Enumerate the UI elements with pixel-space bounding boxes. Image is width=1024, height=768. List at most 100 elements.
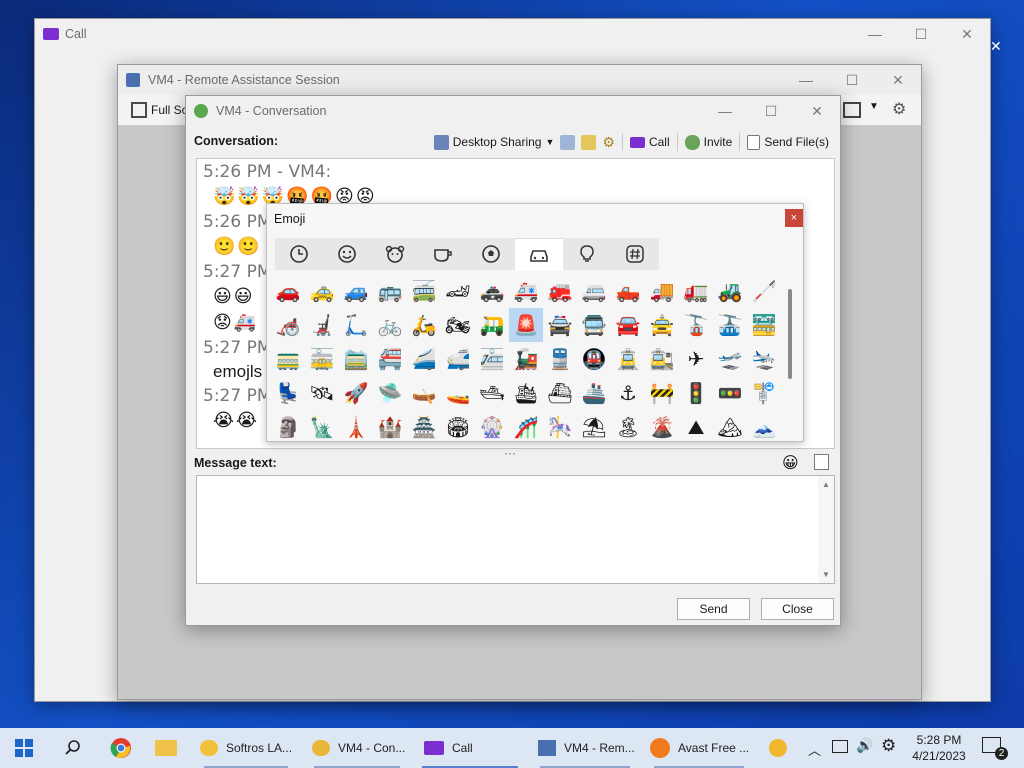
tab-food[interactable] bbox=[419, 238, 467, 270]
emoji-cell[interactable]: 🚔 bbox=[543, 308, 577, 342]
emoji-cell[interactable]: 🚖 bbox=[645, 308, 679, 342]
taskbar-call[interactable]: Call bbox=[418, 728, 522, 768]
emoji-picker-button[interactable]: 😀 bbox=[782, 453, 799, 473]
emoji-cell[interactable]: 🚘 bbox=[611, 308, 645, 342]
emoji-scrollbar[interactable] bbox=[788, 289, 792, 379]
emoji-cell[interactable]: 🚧 bbox=[645, 376, 679, 410]
emoji-cell[interactable]: 🚟 bbox=[747, 308, 781, 342]
emoji-cell[interactable]: 🎠 bbox=[543, 410, 577, 444]
taskbar-chrome[interactable] bbox=[108, 728, 134, 768]
tab-objects[interactable] bbox=[563, 238, 611, 270]
emoji-cell[interactable]: 🛻 bbox=[611, 274, 645, 308]
settings-button[interactable]: ⚙ bbox=[599, 131, 618, 153]
tab-recent[interactable] bbox=[275, 238, 323, 270]
emoji-cell[interactable]: 🚠 bbox=[713, 308, 747, 342]
call-titlebar[interactable]: Call bbox=[35, 19, 990, 49]
emoji-cell[interactable]: 🌋 bbox=[645, 410, 679, 444]
close-button[interactable]: ✕ bbox=[794, 96, 840, 126]
send-button[interactable]: Send bbox=[677, 598, 750, 620]
chevron-down-icon[interactable]: ▼ bbox=[869, 101, 879, 112]
emoji-cell[interactable]: 🚒 bbox=[543, 274, 577, 308]
emoji-cell[interactable]: 🚝 bbox=[373, 342, 407, 376]
emoji-cell[interactable]: 🚑 bbox=[509, 274, 543, 308]
start-button[interactable] bbox=[10, 728, 38, 768]
emoji-cell[interactable]: 🛺 bbox=[475, 308, 509, 342]
clock[interactable]: 5:28 PM 4/21/2023 bbox=[906, 732, 972, 764]
emoji-cell[interactable]: 🚀 bbox=[339, 376, 373, 410]
emoji-cell[interactable]: 🦼 bbox=[305, 308, 339, 342]
emoji-cell[interactable]: 🏰 bbox=[373, 410, 407, 444]
maximize-button[interactable]: ☐ bbox=[748, 96, 794, 126]
emoji-cell[interactable]: 🏔 bbox=[713, 410, 747, 444]
emoji-cell[interactable]: 🚦 bbox=[679, 376, 713, 410]
emoji-cell[interactable]: 🚏 bbox=[747, 376, 781, 410]
emoji-cell[interactable]: 🚄 bbox=[407, 342, 441, 376]
notifications-button[interactable]: 2 bbox=[982, 737, 1008, 760]
emoji-cell[interactable]: 🚐 bbox=[577, 274, 611, 308]
network-icon[interactable] bbox=[832, 740, 848, 753]
taskbar-file-explorer[interactable] bbox=[152, 728, 180, 768]
desktop-sharing-button[interactable]: Desktop Sharing ▼ bbox=[431, 131, 558, 153]
emoji-cell[interactable]: 🎡 bbox=[475, 410, 509, 444]
gear-icon[interactable]: ⚙ bbox=[892, 99, 906, 119]
minimize-button[interactable]: — bbox=[783, 65, 829, 95]
emoji-cell[interactable]: 🚥 bbox=[713, 376, 747, 410]
tab-transport[interactable] bbox=[515, 238, 563, 271]
emoji-cell[interactable]: 🚅 bbox=[441, 342, 475, 376]
taskbar-softros[interactable]: Softros LA... bbox=[196, 728, 296, 768]
invite-button[interactable]: Invite bbox=[682, 131, 736, 153]
emoji-cell[interactable]: 🚚 bbox=[645, 274, 679, 308]
emoji-cell[interactable]: 🛰 bbox=[305, 376, 339, 410]
emoji-cell[interactable]: 🚡 bbox=[679, 308, 713, 342]
emoji-cell[interactable]: 🚛 bbox=[679, 274, 713, 308]
emoji-cell[interactable]: 🗿 bbox=[271, 410, 305, 444]
emoji-cell[interactable]: 💺 bbox=[271, 376, 305, 410]
call-button[interactable]: Call bbox=[627, 131, 673, 153]
emoji-cell[interactable]: 🚲 bbox=[373, 308, 407, 342]
edit-note-icon[interactable] bbox=[814, 454, 829, 470]
emoji-cell[interactable]: 🗼 bbox=[339, 410, 373, 444]
emoji-cell[interactable]: 🎢 bbox=[509, 410, 543, 444]
emoji-cell[interactable]: 🛳 bbox=[509, 376, 543, 410]
splitter-grip[interactable]: ··· bbox=[504, 446, 516, 460]
emoji-cell[interactable]: 🚊 bbox=[611, 342, 645, 376]
tab-activities[interactable] bbox=[467, 238, 515, 270]
emoji-cell[interactable]: 🚇 bbox=[577, 342, 611, 376]
emoji-cell[interactable]: ✈ bbox=[679, 342, 713, 376]
emoji-cell[interactable]: ⛴ bbox=[543, 376, 577, 410]
emoji-cell[interactable]: 🛫 bbox=[713, 342, 747, 376]
scroll-down-icon[interactable]: ▼ bbox=[818, 570, 834, 579]
chevron-up-icon[interactable]: ︿ bbox=[808, 740, 821, 759]
taskbar-conversation[interactable]: VM4 - Con... bbox=[306, 728, 408, 768]
monitor-icon[interactable] bbox=[843, 102, 861, 118]
emoji-cell[interactable]: 🚈 bbox=[475, 342, 509, 376]
emoji-cell[interactable]: 🏍 bbox=[441, 308, 475, 342]
tab-symbols[interactable] bbox=[611, 238, 659, 270]
tab-smileys[interactable] bbox=[323, 238, 371, 270]
emoji-cell[interactable]: 🚢 bbox=[577, 376, 611, 410]
message-input[interactable]: ▲ ▼ bbox=[196, 475, 835, 584]
emoji-cell[interactable]: 🛶 bbox=[407, 376, 441, 410]
emoji-cell[interactable]: 🚨 bbox=[509, 308, 543, 342]
emoji-cell[interactable]: 🚉 bbox=[645, 342, 679, 376]
full-screen-button[interactable]: Full Sc bbox=[128, 99, 191, 121]
taskbar-remote-assistance[interactable]: VM4 - Rem... bbox=[532, 728, 638, 768]
background-close-icon[interactable]: ✕ bbox=[990, 38, 1002, 55]
emoji-cell[interactable]: 🚗 bbox=[271, 274, 305, 308]
scrollbar[interactable]: ▲ ▼ bbox=[818, 476, 834, 583]
maximize-button[interactable]: ☐ bbox=[829, 65, 875, 95]
emoji-cell[interactable]: 🗽 bbox=[305, 410, 339, 444]
emoji-cell[interactable]: ⛰ bbox=[679, 410, 713, 444]
emoji-cell[interactable]: 🦽 bbox=[271, 308, 305, 342]
emoji-cell[interactable]: 🛵 bbox=[407, 308, 441, 342]
emoji-cell[interactable]: 🛬 bbox=[747, 342, 781, 376]
settings-gear-icon[interactable]: ⚙ bbox=[881, 736, 896, 756]
taskbar-avast[interactable]: Avast Free ... bbox=[646, 728, 752, 768]
volume-icon[interactable]: 🔊 bbox=[856, 737, 873, 754]
tab-animals[interactable] bbox=[371, 238, 419, 270]
maximize-button[interactable]: ☐ bbox=[898, 19, 944, 49]
send-files-button[interactable]: Send File(s) bbox=[744, 131, 832, 153]
minimize-button[interactable]: — bbox=[852, 19, 898, 49]
taskbar-vpn[interactable] bbox=[764, 728, 792, 768]
emoji-cell[interactable]: 🚃 bbox=[271, 342, 305, 376]
